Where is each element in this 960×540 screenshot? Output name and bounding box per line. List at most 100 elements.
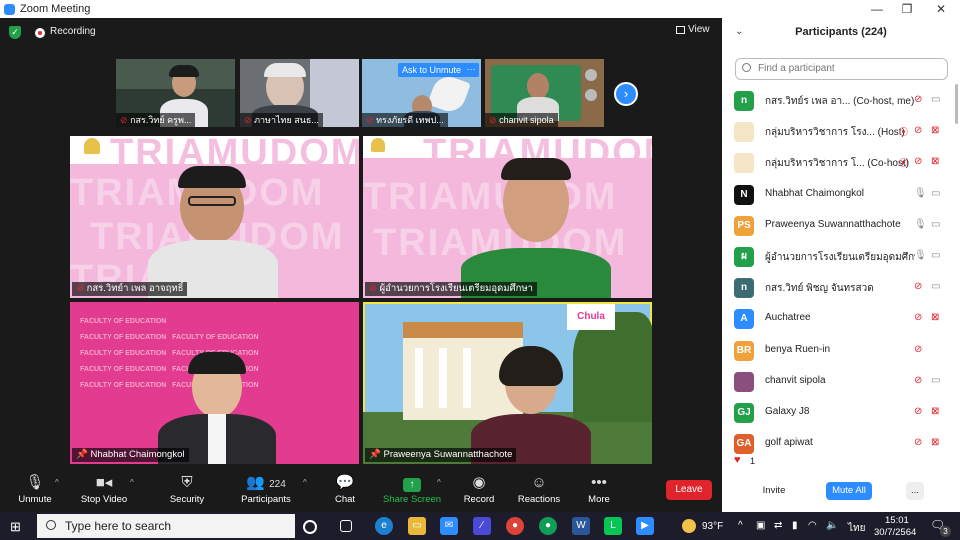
weather-temperature[interactable]: 93°F bbox=[702, 521, 723, 532]
participant-row[interactable]: GA golf apiwat ⊘ ⊠ bbox=[734, 433, 948, 455]
avatar bbox=[734, 153, 754, 174]
security-button[interactable]: ⛨ Security bbox=[152, 474, 222, 510]
view-button[interactable]: View bbox=[676, 24, 710, 35]
participant-row[interactable]: GJ Galaxy J8 ⊘ ⊠ bbox=[734, 402, 948, 424]
mic-icon[interactable]: 🎙 bbox=[914, 219, 927, 230]
input-language[interactable]: ไทย bbox=[848, 521, 865, 536]
volume-icon[interactable]: 🔈 bbox=[826, 520, 838, 531]
participant-row[interactable]: PS Praweenya Suwannatthachote 🎙 ▭ bbox=[734, 215, 948, 237]
participant-row[interactable]: A Auchatree ⊘ ⊠ bbox=[734, 308, 948, 330]
muted-mic-icon[interactable]: ⊘ bbox=[914, 344, 922, 355]
participant-row[interactable]: BR benya Ruen-in ⊘ bbox=[734, 340, 948, 362]
video-camera-icon[interactable]: ▭ bbox=[931, 188, 940, 199]
video-camera-icon[interactable]: ▭ bbox=[931, 375, 940, 386]
chrome-icon[interactable]: ● bbox=[506, 517, 524, 535]
video-thumbnail[interactable]: ⊘ ภาษาไทย สนธ... bbox=[240, 59, 359, 127]
minimize-button[interactable]: — bbox=[862, 0, 892, 18]
muted-mic-icon[interactable]: ⊘ bbox=[914, 281, 922, 292]
tile-name: 📌 Praweenya Suwannatthachote bbox=[365, 448, 517, 462]
video-camera-icon[interactable]: ▭ bbox=[931, 281, 940, 292]
windows-start-icon[interactable]: ⊞ bbox=[10, 519, 21, 535]
muted-mic-icon[interactable]: ⊘ bbox=[914, 406, 922, 417]
panel-more-button[interactable]: ... bbox=[906, 482, 924, 500]
muted-mic-icon[interactable]: ⊘ bbox=[914, 125, 922, 136]
file-explorer-icon[interactable]: ▭ bbox=[408, 517, 426, 535]
participants-button[interactable]: 👥 224 Participants bbox=[231, 474, 301, 510]
video-camera-icon[interactable]: ▭ bbox=[931, 219, 940, 230]
active-speaker-tile[interactable]: Chula 📌 Praweenya Suwannatthachote bbox=[363, 302, 652, 464]
wifi-icon[interactable]: ◠ bbox=[808, 520, 817, 531]
tile-name: ⊘ ผู้อำนวยการโรงเรียนเตรียมอุดมศึกษา bbox=[365, 282, 537, 296]
security-shield-icon: ⛨ bbox=[181, 474, 193, 491]
video-camera-icon[interactable]: ▭ bbox=[931, 250, 940, 261]
participant-row[interactable]: n กสร.วิทย์ พิชญ จันทรสวด ⊘ ▭ bbox=[734, 277, 948, 299]
muted-mic-icon[interactable]: ⊘ bbox=[914, 156, 922, 167]
close-button[interactable]: ✕ bbox=[926, 0, 956, 18]
participants-options-caret[interactable]: ^ bbox=[303, 478, 307, 487]
meeting-area: ✓ Recording View ⊘ กสร.วิทย์ ครูพ... ⊘ ภ… bbox=[0, 18, 722, 470]
participant-row[interactable]: กลุ่มบริหารวิชาการ โ... (Co-host) ⦿ ⊘ ⊠ bbox=[734, 152, 948, 174]
video-thumbnail[interactable]: Ask to Unmute ··· ⊘ ทรงภัยรดี เทพป... bbox=[362, 59, 481, 127]
participant-row[interactable]: n กสร.วิทย์ร เพล อา... (Co-host, me) ⊘ ▭ bbox=[734, 90, 948, 112]
video-off-icon[interactable]: ⊠ bbox=[931, 312, 939, 323]
participant-row[interactable]: chanvit sipola ⊘ ▭ bbox=[734, 371, 948, 393]
participant-row[interactable]: N Nhabhat Chaimongkol 🎙 ▭ bbox=[734, 184, 948, 206]
stop-video-button[interactable]: ■◂ Stop Video bbox=[69, 474, 139, 510]
invite-button[interactable]: Invite bbox=[760, 482, 788, 500]
video-tile[interactable]: TRIAMUDOM TRIAMUDOM TRIAMUDOM ⊘ ผู้อำนวย… bbox=[363, 136, 652, 298]
participant-search-input[interactable]: Find a participant bbox=[735, 58, 948, 80]
audio-options-caret[interactable]: ^ bbox=[55, 478, 59, 487]
participant-row[interactable]: ผ ผู้อำนวยการโรงเรียนเตรียมอุดมศึกษา 🎙 ▭ bbox=[734, 246, 948, 268]
recording-label[interactable]: Recording bbox=[50, 26, 96, 37]
thumbnail-name: ⊘ ทรงภัยรดี เทพป... bbox=[362, 113, 448, 127]
line-icon[interactable]: L bbox=[604, 517, 622, 535]
mic-icon[interactable]: 🎙 bbox=[914, 250, 927, 261]
mail-icon[interactable]: ✉ bbox=[440, 517, 458, 535]
zoom-taskbar-icon[interactable]: ▶ bbox=[636, 517, 654, 535]
video-off-icon[interactable]: ⊠ bbox=[931, 156, 939, 167]
encryption-shield-icon[interactable]: ✓ bbox=[9, 26, 21, 39]
muted-mic-icon: ⊘ bbox=[369, 283, 377, 294]
muted-mic-icon[interactable]: ⊘ bbox=[914, 94, 922, 105]
video-tile[interactable]: FACULTY OF EDUCATION FACULTY OF EDUCATIO… bbox=[70, 302, 359, 464]
video-off-icon[interactable]: ⊠ bbox=[931, 125, 939, 136]
taskbar-search-input[interactable]: Type here to search bbox=[37, 514, 295, 538]
app-icon[interactable]: ⁄ bbox=[473, 517, 491, 535]
leave-button[interactable]: Leave bbox=[666, 480, 712, 500]
maximize-button[interactable]: ❐ bbox=[892, 0, 922, 18]
battery-icon[interactable]: ▮ bbox=[792, 520, 798, 531]
more-button[interactable]: ••• More bbox=[564, 474, 634, 510]
video-camera-icon[interactable]: ▭ bbox=[931, 94, 940, 105]
network-icon[interactable]: ⇄ bbox=[774, 520, 782, 531]
tray-apps-icon[interactable]: ▣ bbox=[756, 520, 765, 531]
participant-row[interactable]: กลุ่มบริหารวิชาการ โรง... (Host) ⦿ ⊘ ⊠ bbox=[734, 121, 948, 143]
share-options-caret[interactable]: ^ bbox=[437, 478, 441, 487]
mic-icon[interactable]: 🎙 bbox=[914, 188, 927, 199]
video-thumbnail[interactable]: ⊘ กสร.วิทย์ ครูพ... bbox=[116, 59, 235, 127]
ask-to-unmute-button[interactable]: Ask to Unmute bbox=[398, 63, 466, 77]
muted-mic-icon[interactable]: ⊘ bbox=[914, 312, 922, 323]
tray-chevron-icon[interactable]: ^ bbox=[738, 520, 743, 531]
video-off-icon[interactable]: ⊠ bbox=[931, 437, 939, 448]
panel-scrollbar[interactable] bbox=[955, 84, 958, 124]
chrome-profile-icon[interactable]: ● bbox=[539, 517, 557, 535]
muted-mic-icon[interactable]: ⊘ bbox=[914, 375, 922, 386]
muted-mic-icon[interactable]: ⊘ bbox=[914, 437, 922, 448]
more-options-button[interactable]: ··· bbox=[463, 63, 479, 77]
video-options-caret[interactable]: ^ bbox=[130, 478, 134, 487]
chat-button[interactable]: 💬 Chat bbox=[310, 474, 380, 510]
video-off-icon[interactable]: ⊠ bbox=[931, 406, 939, 417]
task-view-icon[interactable] bbox=[340, 520, 352, 532]
clock-date[interactable]: 30/7/2564 bbox=[874, 527, 916, 538]
cortana-icon[interactable] bbox=[303, 520, 317, 534]
mute-all-button[interactable]: Mute All bbox=[826, 482, 872, 500]
school-logo-icon bbox=[371, 138, 385, 152]
clock-time[interactable]: 15:01 bbox=[885, 515, 909, 526]
participant-name: Nhabhat Chaimongkol bbox=[765, 187, 864, 199]
video-thumbnail[interactable]: ⊘ chanvit sipola bbox=[485, 59, 604, 127]
edge-icon[interactable]: e bbox=[375, 517, 393, 535]
unmute-button[interactable]: 🎙 Unmute bbox=[0, 474, 70, 510]
word-icon[interactable]: W bbox=[572, 517, 590, 535]
video-tile[interactable]: TRIAMUDOM TRIAMUDOM TRIAMUDOM TRIAMU ⊘ ก… bbox=[70, 136, 359, 298]
next-page-button[interactable]: › bbox=[614, 82, 638, 106]
